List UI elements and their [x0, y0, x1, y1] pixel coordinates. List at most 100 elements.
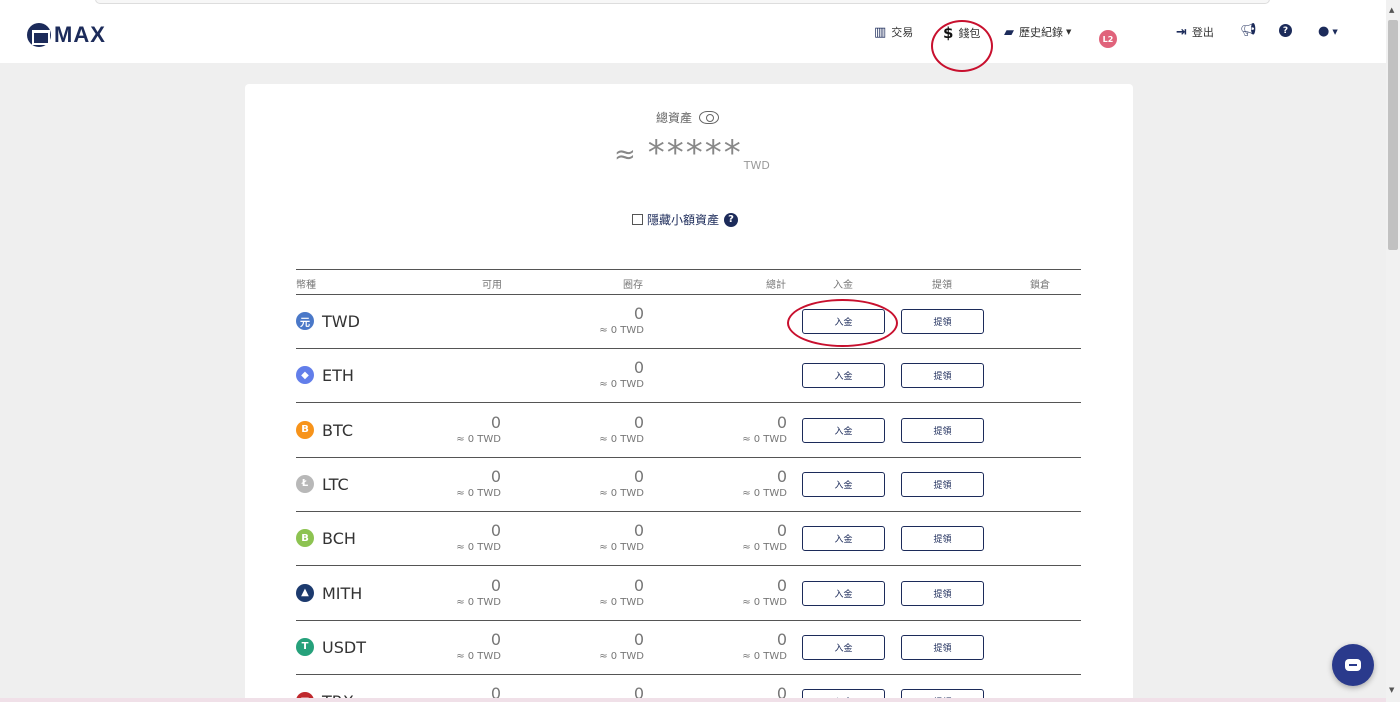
page-scrollbar[interactable]: ▲ ▼ — [1386, 0, 1400, 702]
total-twd: ≈ 0 TWD — [742, 542, 787, 554]
header-available: 可用 — [482, 280, 502, 291]
available-value: 0 — [490, 629, 501, 649]
available-value: 0 — [490, 521, 501, 541]
brand-name: MAX — [54, 22, 106, 47]
available-cell: 0 ≈ 0 TWD — [381, 521, 501, 553]
scroll-up-arrow-icon[interactable]: ▲ — [1389, 6, 1394, 14]
coin-symbol: MITH — [322, 583, 363, 603]
total-value: 0 — [776, 629, 787, 649]
header-total: 總計 — [766, 280, 786, 291]
balance-unit: TWD — [743, 159, 770, 172]
locked-value: 0 — [633, 412, 644, 432]
address-bar-edge — [95, 0, 1270, 4]
total-twd: ≈ 0 TWD — [742, 596, 787, 608]
coin-symbol: BTC — [322, 420, 353, 440]
approx-symbol: ≈ — [614, 140, 636, 170]
available-cell — [381, 304, 501, 305]
nav-wallet[interactable]: $ 錢包 — [943, 24, 980, 42]
asset-row: ▲ MITH 0 ≈ 0 TWD 0 ≈ 0 TWD 0 ≈ 0 TWD 入金 提領 — [296, 567, 1081, 621]
coin-icon: 元 — [296, 312, 314, 330]
total-cell: 0 ≈ 0 TWD — [667, 467, 787, 499]
withdraw-button[interactable]: 提領 — [901, 417, 984, 443]
withdraw-button[interactable]: 提領 — [901, 309, 984, 334]
total-assets-value: ≈ ***** TWD — [614, 136, 770, 172]
locked-cell: 0 ≈ 0 TWD — [524, 413, 644, 445]
nav-trade-label: 交易 — [891, 26, 914, 39]
chat-support-button[interactable] — [1332, 644, 1374, 686]
nav-logout[interactable]: ⇥ 登出 — [1176, 24, 1214, 40]
locked-cell: 0 ≈ 0 TWD — [524, 467, 644, 499]
language-dropdown[interactable]: ● ▼ — [1318, 24, 1338, 39]
deposit-button[interactable]: 入金 — [802, 309, 885, 334]
available-value: 0 — [490, 412, 501, 432]
deposit-button[interactable]: 入金 — [802, 363, 885, 389]
locked-cell: 0 ≈ 0 TWD — [524, 521, 644, 553]
total-cell: 0 ≈ 0 TWD — [667, 630, 787, 662]
total-value: 0 — [776, 412, 787, 432]
locked-value: 0 — [633, 358, 644, 378]
locked-value: 0 — [633, 304, 644, 323]
deposit-button[interactable]: 入金 — [802, 417, 885, 443]
header-currency: 幣種 — [296, 280, 316, 291]
total-twd: ≈ 0 TWD — [742, 650, 787, 662]
available-twd: ≈ 0 TWD — [456, 433, 501, 445]
total-cell: 0 ≈ 0 TWD — [667, 576, 787, 608]
available-value: 0 — [490, 575, 501, 595]
withdraw-button[interactable]: 提領 — [901, 526, 984, 552]
asset-row: B BCH 0 ≈ 0 TWD 0 ≈ 0 TWD 0 ≈ 0 TWD 入金 提領 — [296, 512, 1081, 567]
caret-down-icon: ▼ — [1066, 28, 1072, 36]
hide-small-checkbox[interactable] — [632, 214, 643, 225]
locked-twd: ≈ 0 TWD — [599, 379, 644, 391]
locked-value: 0 — [633, 629, 644, 649]
available-cell — [381, 358, 501, 359]
total-cell: 0 ≈ 0 TWD — [667, 413, 787, 445]
megaphone-icon[interactable]: 📢︎ — [1240, 23, 1257, 38]
asset-row: B BTC 0 ≈ 0 TWD 0 ≈ 0 TWD 0 ≈ 0 TWD 入金 提領 — [296, 404, 1081, 458]
coin-symbol: LTC — [322, 474, 349, 494]
chat-bubble-icon — [1345, 659, 1361, 671]
hide-small-label: 隱藏小額資產 — [647, 213, 720, 227]
total-value: 0 — [776, 466, 787, 486]
total-cell — [667, 358, 787, 359]
deposit-button[interactable]: 入金 — [802, 471, 885, 497]
available-value: 0 — [490, 466, 501, 486]
total-cell: 0 ≈ 0 TWD — [667, 521, 787, 553]
nav-history-label: 歷史紀錄 — [1019, 26, 1063, 39]
eye-icon[interactable] — [699, 111, 720, 124]
table-top-border — [296, 269, 1081, 270]
withdraw-button[interactable]: 提領 — [901, 580, 984, 606]
kyc-level-badge[interactable]: L2 — [1099, 30, 1117, 48]
deposit-button[interactable]: 入金 — [802, 526, 885, 552]
scroll-thumb[interactable] — [1388, 20, 1398, 250]
coin-symbol: USDT — [322, 637, 366, 657]
coin-symbol: BCH — [322, 529, 356, 549]
withdraw-button[interactable]: 提領 — [901, 363, 984, 389]
brand-logo[interactable]: MAX — [27, 22, 106, 48]
bottom-edge — [0, 698, 1386, 702]
locked-cell: 0 ≈ 0 TWD — [524, 304, 644, 336]
available-cell: 0 ≈ 0 TWD — [381, 467, 501, 499]
hide-small-assets-toggle[interactable]: 隱藏小額資產 ? — [632, 211, 739, 228]
withdraw-button[interactable]: 提領 — [901, 634, 984, 660]
total-twd: ≈ 0 TWD — [742, 433, 787, 445]
locked-cell: 0 ≈ 0 TWD — [524, 576, 644, 608]
available-twd: ≈ 0 TWD — [456, 596, 501, 608]
deposit-button[interactable]: 入金 — [802, 580, 885, 606]
deposit-button[interactable]: 入金 — [802, 634, 885, 660]
available-twd: ≈ 0 TWD — [456, 650, 501, 662]
withdraw-button[interactable]: 提領 — [901, 471, 984, 497]
question-icon[interactable]: ? — [724, 212, 739, 227]
scroll-down-arrow-icon[interactable]: ▼ — [1389, 686, 1394, 694]
header-lock: 鎖倉 — [1030, 280, 1050, 291]
help-icon[interactable]: ? — [1279, 24, 1292, 37]
coin-icon: ▲ — [296, 583, 314, 602]
nav-trade[interactable]: ▥ 交易 — [874, 24, 913, 40]
asset-row: Ł LTC 0 ≈ 0 TWD 0 ≈ 0 TWD 0 ≈ 0 TWD 入金 提領 — [296, 458, 1081, 512]
total-cell — [667, 304, 787, 305]
coin-icon: Ł — [296, 474, 314, 493]
total-value: 0 — [776, 521, 787, 541]
logo-mark-icon — [27, 23, 51, 47]
locked-value: 0 — [633, 575, 644, 595]
header-locked: 圈存 — [623, 280, 643, 291]
nav-history-dropdown[interactable]: ▰ 歷史紀錄 ▼ — [1004, 24, 1071, 40]
